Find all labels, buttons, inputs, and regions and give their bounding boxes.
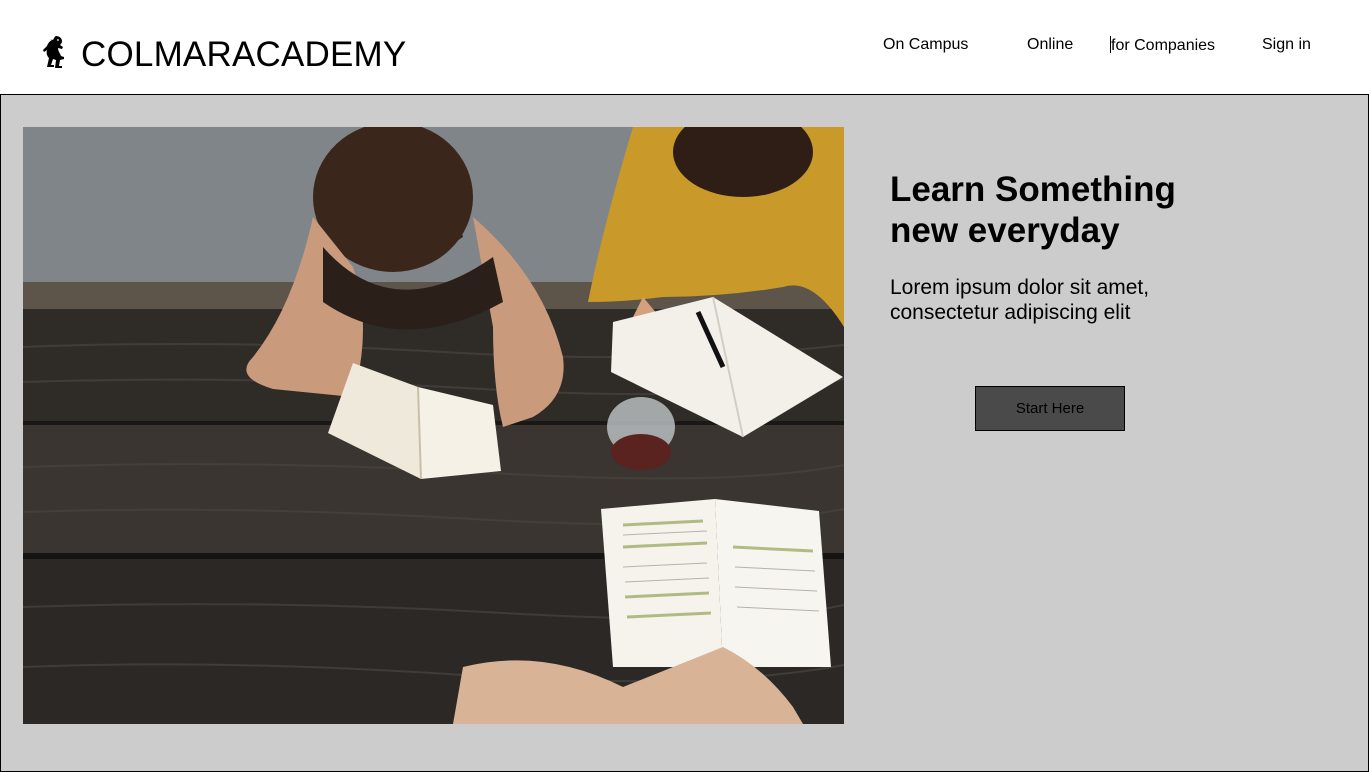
hero-headline-line2: new everyday (890, 211, 1120, 250)
nav-for-companies[interactable]: for Companies (1110, 36, 1215, 56)
rampant-lion-icon[interactable] (42, 35, 68, 71)
nav-on-campus[interactable]: On Campus (883, 35, 968, 55)
hero-subtext-line2: consectetur adipiscing elit (890, 301, 1131, 324)
nav-online[interactable]: Online (1027, 35, 1073, 55)
hero-section: Learn Something new everyday Lorem ipsum … (0, 94, 1369, 772)
start-here-button[interactable]: Start Here (975, 386, 1125, 431)
hero-headline: Learn Something new everyday (890, 169, 1310, 251)
nav-sign-in[interactable]: Sign in (1262, 35, 1311, 55)
hero-headline-line1: Learn Something (890, 170, 1176, 209)
nav-for-companies-label: for Companies (1111, 37, 1216, 54)
hero-image (23, 127, 844, 724)
site-header: COLMARACADEMY On Campus Online for Compa… (0, 0, 1369, 94)
hero-subtext-line1: Lorem ipsum dolor sit amet, (890, 276, 1150, 299)
hero-subtext: Lorem ipsum dolor sit amet, consectetur a… (890, 275, 1310, 325)
brand-name[interactable]: COLMARACADEMY (81, 34, 406, 76)
